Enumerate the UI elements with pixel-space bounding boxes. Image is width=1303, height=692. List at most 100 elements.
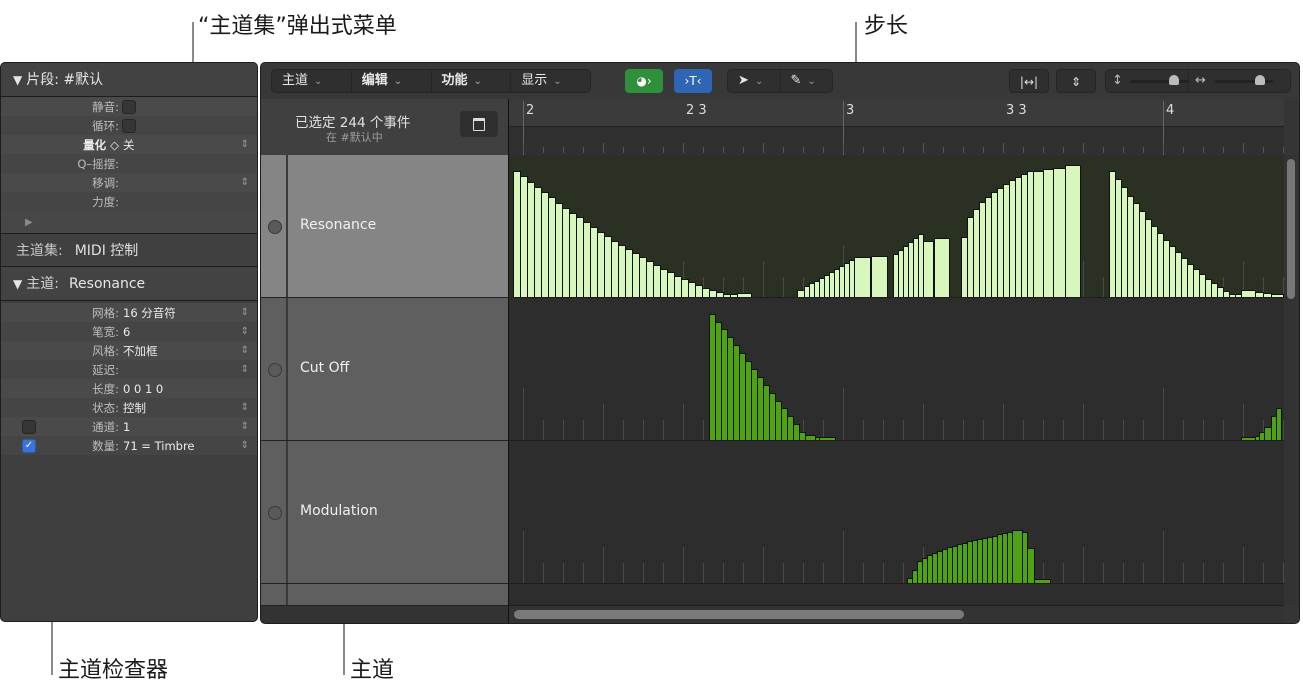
grid-line <box>623 563 624 583</box>
event-bar[interactable] <box>819 437 836 440</box>
menu-2[interactable]: 功能 ⌄ <box>432 70 512 92</box>
param-value[interactable]: 6 <box>123 325 130 339</box>
lane-param-row[interactable]: 延迟: ⇕ <box>1 360 257 379</box>
disclosure-triangle-icon[interactable]: ▼ <box>13 277 22 291</box>
region-param-row[interactable]: 量化 ◇ 关 ⇕ <box>1 135 257 154</box>
event-bar[interactable] <box>923 241 934 297</box>
ruler-tick <box>1103 147 1104 153</box>
param-value[interactable]: 控制 <box>123 400 146 416</box>
menu-bar: 主道 ⌄ 编辑 ⌄ 功能 ⌄ 显示 ⌄ <box>271 69 591 93</box>
param-checkbox[interactable] <box>122 118 136 133</box>
lane-param-row[interactable]: 状态: 控制 ⇕ <box>1 398 257 417</box>
fit-vertical-button[interactable]: ⇕ <box>1056 69 1096 93</box>
event-bar[interactable] <box>871 256 888 297</box>
pencil-tool-menu[interactable]: ✎ ⌄ <box>781 70 833 92</box>
grid-line <box>1103 563 1104 583</box>
event-bar[interactable] <box>1034 579 1051 583</box>
horizontal-scroll-thumb[interactable] <box>514 610 964 619</box>
param-value[interactable]: 71 = Timbre <box>123 439 195 453</box>
lane-modulation[interactable] <box>509 441 1284 584</box>
lane-mute-dot-icon[interactable] <box>268 219 282 234</box>
vertical-scroll-thumb[interactable] <box>1287 159 1295 299</box>
horizontal-zoom-icon: ↔ <box>1195 73 1206 88</box>
event-bar[interactable] <box>1065 165 1081 297</box>
lane-mute-dot-icon[interactable] <box>268 505 282 520</box>
param-value[interactable]: 1 <box>123 420 130 434</box>
lane-param-row[interactable]: 笔宽: 6 ⇕ <box>1 322 257 341</box>
grid-line <box>843 388 844 440</box>
param-value[interactable]: 关 <box>123 137 135 153</box>
lane-mute-dot-icon[interactable] <box>268 362 282 377</box>
updown-arrows-icon[interactable]: ⇕ <box>241 177 249 188</box>
updown-arrows-icon[interactable]: ⇕ <box>241 326 249 337</box>
lane-name: Modulation <box>300 502 378 519</box>
param-value[interactable]: 16 分音符 <box>123 305 176 321</box>
horizontal-scrollbar[interactable] <box>509 605 1284 623</box>
lane-header-modulation[interactable]: Modulation <box>261 441 508 584</box>
event-bar[interactable] <box>1241 290 1256 297</box>
disclosure-triangle-icon[interactable]: ▼ <box>13 73 22 87</box>
updown-arrows-icon[interactable]: ⇕ <box>241 421 249 432</box>
region-param-row[interactable]: Q–摇摆: <box>1 154 257 173</box>
lane-cut-off[interactable] <box>509 298 1284 441</box>
region-header[interactable]: ▼ 片段: #默认 <box>1 63 257 97</box>
lane-param-row[interactable]: 网格: 16 分音符 ⇕ <box>1 303 257 322</box>
horizontal-zoom-knob[interactable] <box>1255 75 1266 85</box>
catch-button[interactable]: ›T‹ <box>674 69 712 93</box>
pointer-tool-menu[interactable]: ➤ ⌄ <box>728 70 781 92</box>
midi-in-button[interactable]: ◕› <box>625 69 663 93</box>
region-param-row[interactable]: 移调: ⇕ <box>1 173 257 192</box>
lane-empty <box>509 584 1284 606</box>
event-bar[interactable] <box>1241 437 1256 440</box>
lane-checkbox[interactable]: ✓ <box>22 438 36 453</box>
grid-line <box>1143 420 1144 440</box>
lane-param-row[interactable]: 风格: 不加框 ⇕ <box>1 341 257 360</box>
updown-arrows-icon[interactable]: ⇕ <box>241 139 249 150</box>
region-param-row[interactable]: 静音: <box>1 97 257 116</box>
region-param-row[interactable]: 循环: <box>1 116 257 135</box>
grid-line <box>1203 420 1204 440</box>
updown-arrows-icon[interactable]: ⇕ <box>241 345 249 356</box>
vertical-zoom-knob[interactable] <box>1168 75 1179 85</box>
lane-param-row[interactable]: 通道: 1 ⇕ <box>1 417 257 436</box>
fit-horizontal-button[interactable]: |↔| <box>1009 69 1049 93</box>
lane-resonance[interactable] <box>509 155 1284 298</box>
lane-set-popup[interactable]: 主道集: MIDI 控制 <box>1 233 257 267</box>
horizontal-zoom[interactable]: ↔ <box>1189 70 1273 92</box>
lane-param-row[interactable]: 长度: 0 0 1 0 <box>1 379 257 398</box>
ruler-tick <box>1003 143 1004 153</box>
event-bar[interactable] <box>1276 408 1282 440</box>
grid-line <box>783 563 784 583</box>
event-bar[interactable] <box>854 257 871 297</box>
more-disclosure-row[interactable]: ▶ <box>1 211 257 233</box>
vertical-zoom-track[interactable] <box>1130 80 1188 83</box>
updown-arrows-icon[interactable]: ⇕ <box>241 364 249 375</box>
lane-header[interactable]: ▼ 主道: Resonance <box>1 267 257 301</box>
event-bar[interactable] <box>1027 548 1035 583</box>
lane-set-menu-button[interactable] <box>460 111 498 137</box>
menu-1[interactable]: 编辑 ⌄ <box>352 70 432 92</box>
updown-arrows-icon[interactable]: ⇕ <box>241 307 249 318</box>
vertical-zoom[interactable]: ↕ <box>1106 70 1189 92</box>
event-bar[interactable] <box>737 293 752 297</box>
param-value[interactable]: 不加框 <box>123 343 158 359</box>
menu-3[interactable]: 显示 ⌄ <box>511 70 590 92</box>
grid-line <box>663 420 664 440</box>
menu-0[interactable]: 主道 ⌄ <box>272 70 352 92</box>
ruler-tick <box>923 143 924 153</box>
param-value[interactable]: 0 0 1 0 <box>123 382 163 396</box>
lane-header-resonance[interactable]: Resonance <box>261 155 508 298</box>
region-param-row[interactable]: 力度: <box>1 192 257 211</box>
updown-arrows-icon[interactable]: ⇕ <box>241 402 249 413</box>
lane-header-cut-off[interactable]: Cut Off <box>261 298 508 441</box>
param-checkbox[interactable] <box>122 99 136 114</box>
vertical-scrollbar[interactable] <box>1284 155 1299 605</box>
event-bar[interactable] <box>934 238 950 297</box>
callout-lane: 主道 <box>350 658 395 683</box>
updown-arrows-icon[interactable]: ⇕ <box>241 440 249 451</box>
event-bar[interactable] <box>1283 294 1284 297</box>
ruler[interactable]: 2 2 3 3 3 3 4 <box>509 99 1284 156</box>
disclosure-right-icon[interactable]: ▶ <box>25 217 33 228</box>
lane-checkbox[interactable] <box>22 419 36 434</box>
lane-param-row[interactable]: ✓ 数量: 71 = Timbre ⇕ <box>1 436 257 455</box>
